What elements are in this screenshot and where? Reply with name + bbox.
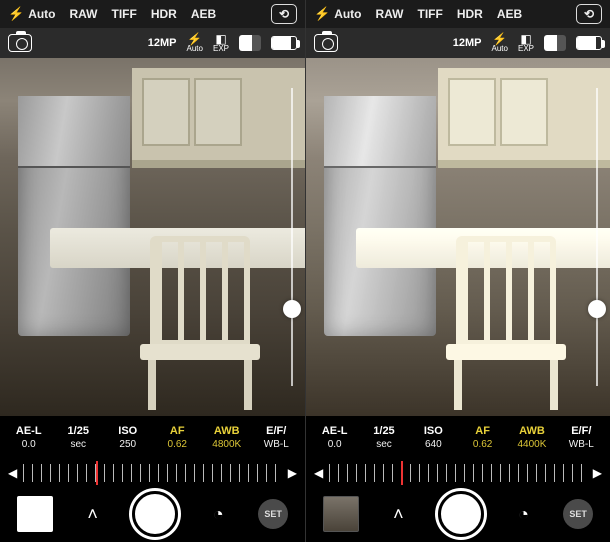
viewfinder[interactable] [306,58,610,416]
flash-auto-toggle[interactable]: ⚡ Auto [492,33,508,53]
flash-auto-toggle[interactable]: ⚡ Auto [187,33,203,53]
camera-icon[interactable] [8,34,32,52]
top-bar: ⚡ Auto RAW TIFF HDR AEB [0,0,305,28]
camera-icon[interactable] [314,34,338,52]
mode-aeb[interactable]: AEB [191,7,216,21]
dial-ticks[interactable] [23,464,282,482]
options-up-button[interactable]: ˄ [79,500,107,528]
mode-aeb[interactable]: AEB [497,7,522,21]
exposure-handle[interactable] [588,300,606,318]
flash-mode[interactable]: ⚡ Auto [314,6,362,22]
switch-camera-button[interactable] [271,4,297,24]
last-photo-thumb[interactable] [17,496,53,532]
flash-mode[interactable]: ⚡ Auto [8,6,56,22]
flash-icon: ⚡ [314,6,330,22]
top-bar: ⚡ Auto RAW TIFF HDR AEB [306,0,610,28]
exposure-slider[interactable] [596,88,598,386]
timer-button[interactable]: ◔ [204,500,232,528]
param-af[interactable]: AF 0.62 [462,425,504,451]
param-ael[interactable]: AE-L 0.0 [314,425,356,451]
scene-preview [306,58,610,416]
viewfinder[interactable] [0,58,305,416]
mode-raw[interactable]: RAW [376,7,404,21]
dial-left-icon[interactable]: ◀ [314,466,323,480]
camera-pane-right: ⚡ Auto RAW TIFF HDR AEB 12MP ⚡ Auto ◧ EX… [305,0,610,542]
scene-preview [0,58,305,416]
param-af[interactable]: AF 0.62 [156,425,198,451]
status-bar: 12MP ⚡ Auto ◧ EXP [306,28,610,58]
param-ef[interactable]: E/F/ WB-L [255,425,297,451]
dial-right-icon[interactable]: ▶ [288,466,297,480]
exposure-slider[interactable] [291,88,293,386]
param-awb[interactable]: AWB 4800K [206,425,248,451]
resolution-label[interactable]: 12MP [453,37,482,49]
status-bar: 12MP ⚡ Auto ◧ EXP [0,28,305,58]
set-button[interactable]: SET [563,499,593,529]
flash-icon: ⚡ [8,6,24,22]
set-button[interactable]: SET [258,499,288,529]
last-photo-thumb[interactable] [323,496,359,532]
storage-indicator[interactable] [544,35,566,51]
param-shutter[interactable]: 1/25 sec [363,425,405,451]
mode-tiff[interactable]: TIFF [112,7,137,21]
params-bar: AE-L 0.0 1/25 sec ISO 640 AF 0.62 AWB 44… [306,416,610,460]
value-dial[interactable]: ◀ ▶ [0,460,305,486]
flash-mode-label: Auto [334,7,361,21]
mode-raw[interactable]: RAW [70,7,98,21]
switch-camera-button[interactable] [576,4,602,24]
shutter-button[interactable] [438,491,484,537]
dial-left-icon[interactable]: ◀ [8,466,17,480]
shutter-button[interactable] [132,491,178,537]
battery-icon [576,36,602,50]
param-ael[interactable]: AE-L 0.0 [8,425,50,451]
mode-tiff[interactable]: TIFF [418,7,443,21]
mode-hdr[interactable]: HDR [457,7,483,21]
param-shutter[interactable]: 1/25 sec [57,425,99,451]
flash-mode-label: Auto [28,7,55,21]
mode-hdr[interactable]: HDR [151,7,177,21]
dial-ticks[interactable] [329,464,587,482]
param-ef[interactable]: E/F/ WB-L [560,425,602,451]
bottom-bar: ˄ ◔ SET [0,486,305,542]
bottom-bar: ˄ ◔ SET [306,486,610,542]
exposure-toggle[interactable]: ◧ EXP [213,33,229,53]
params-bar: AE-L 0.0 1/25 sec ISO 250 AF 0.62 AWB 48… [0,416,305,460]
param-iso[interactable]: ISO 640 [412,425,454,451]
param-awb[interactable]: AWB 4400K [511,425,553,451]
timer-button[interactable]: ◔ [510,500,538,528]
resolution-label[interactable]: 12MP [148,37,177,49]
value-dial[interactable]: ◀ ▶ [306,460,610,486]
param-iso[interactable]: ISO 250 [107,425,149,451]
exposure-handle[interactable] [283,300,301,318]
storage-indicator[interactable] [239,35,261,51]
camera-pane-left: ⚡ Auto RAW TIFF HDR AEB 12MP ⚡ Auto ◧ EX… [0,0,305,542]
exposure-toggle[interactable]: ◧ EXP [518,33,534,53]
dial-right-icon[interactable]: ▶ [593,466,602,480]
options-up-button[interactable]: ˄ [384,500,412,528]
battery-icon [271,36,297,50]
